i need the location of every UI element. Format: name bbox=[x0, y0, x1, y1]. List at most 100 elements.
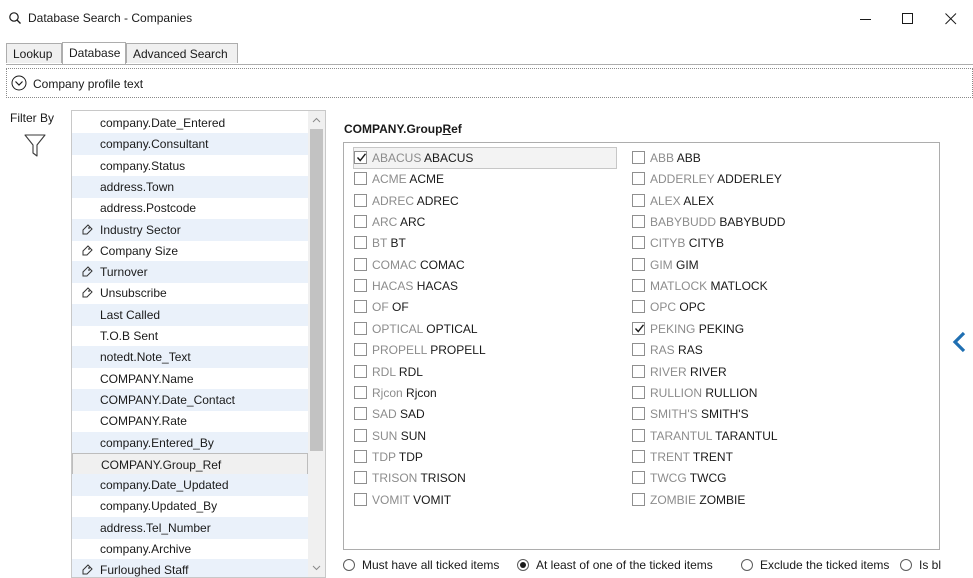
scroll-thumb[interactable] bbox=[310, 129, 323, 451]
group-option[interactable]: SAD SAD bbox=[354, 404, 616, 424]
group-option-checkbox[interactable] bbox=[632, 492, 645, 506]
group-option-checkbox[interactable] bbox=[632, 364, 645, 378]
field-list-item[interactable]: company.Status bbox=[72, 155, 308, 177]
group-option[interactable]: ZOMBIE ZOMBIE bbox=[632, 490, 892, 510]
chevron-down-icon[interactable] bbox=[11, 75, 27, 91]
filter-icon[interactable] bbox=[24, 134, 46, 158]
group-option[interactable]: RDL RDL bbox=[354, 362, 616, 382]
scroll-down-icon[interactable] bbox=[311, 562, 322, 573]
group-option-checkbox[interactable] bbox=[354, 215, 367, 229]
collapse-panel-icon[interactable] bbox=[951, 331, 969, 353]
group-option[interactable]: OPC OPC bbox=[632, 297, 892, 317]
group-option[interactable]: ABB ABB bbox=[632, 148, 892, 168]
field-list-item[interactable]: address.Postcode bbox=[72, 197, 308, 219]
group-option-checkbox[interactable] bbox=[354, 428, 367, 442]
group-option-checkbox[interactable] bbox=[354, 364, 367, 378]
tab-advanced-search[interactable]: Advanced Search bbox=[126, 43, 238, 63]
group-option-checkbox[interactable] bbox=[632, 449, 645, 463]
group-option-checkbox[interactable] bbox=[632, 236, 645, 250]
group-option[interactable]: OF OF bbox=[354, 297, 616, 317]
field-list-item[interactable]: company.Archive bbox=[72, 538, 308, 560]
group-option-checkbox[interactable] bbox=[632, 300, 645, 314]
group-option[interactable]: RULLION RULLION bbox=[632, 383, 892, 403]
field-list-item[interactable]: company.Date_Entered bbox=[72, 112, 308, 134]
field-list-item[interactable]: company.Entered_By bbox=[72, 431, 308, 454]
group-option-checkbox[interactable] bbox=[354, 471, 367, 485]
group-option-checkbox[interactable] bbox=[354, 151, 367, 164]
group-option-checkbox[interactable] bbox=[632, 193, 645, 207]
group-option[interactable]: COMAC COMAC bbox=[354, 255, 616, 275]
group-option-checkbox[interactable] bbox=[632, 385, 645, 399]
group-option-checkbox[interactable] bbox=[354, 343, 367, 357]
field-list-item[interactable]: Unsubscribe bbox=[72, 282, 308, 304]
field-list-item[interactable]: Furloughed Staff bbox=[72, 559, 308, 577]
field-list-item[interactable]: Turnover bbox=[72, 261, 308, 284]
company-profile-expander[interactable]: Company profile text bbox=[6, 68, 973, 98]
field-list-item[interactable]: notedt.Note_Text bbox=[72, 346, 308, 369]
field-list-item[interactable]: COMPANY.Date_Contact bbox=[72, 388, 308, 411]
group-option[interactable]: TRENT TRENT bbox=[632, 447, 892, 467]
tab-lookup[interactable]: Lookup bbox=[6, 43, 62, 63]
group-option-checkbox[interactable] bbox=[354, 300, 367, 314]
group-option-checkbox[interactable] bbox=[632, 257, 645, 271]
group-option-checkbox[interactable] bbox=[632, 321, 645, 335]
field-list-item[interactable]: COMPANY.Group_Ref bbox=[72, 452, 308, 475]
group-option-checkbox[interactable] bbox=[354, 321, 367, 335]
group-option-checkbox[interactable] bbox=[354, 492, 367, 506]
field-list-item[interactable]: COMPANY.Name bbox=[72, 368, 308, 390]
group-option[interactable]: TRISON TRISON bbox=[354, 468, 616, 488]
group-option-checkbox[interactable] bbox=[632, 151, 645, 164]
maximize-button[interactable] bbox=[888, 4, 928, 34]
field-list-item[interactable]: company.Date_Updated bbox=[72, 474, 308, 497]
group-option-checkbox[interactable] bbox=[354, 257, 367, 271]
group-option[interactable]: RIVER RIVER bbox=[632, 362, 892, 382]
group-option[interactable]: VOMIT VOMIT bbox=[354, 490, 616, 510]
group-option[interactable]: ALEX ALEX bbox=[632, 191, 892, 211]
field-list-item[interactable]: address.Tel_Number bbox=[72, 516, 308, 539]
field-list-scrollbar[interactable] bbox=[308, 111, 325, 577]
match-mode-option[interactable]: Is bl bbox=[900, 557, 950, 575]
group-option[interactable]: Rjcon Rjcon bbox=[354, 383, 616, 403]
group-option[interactable]: GIM GIM bbox=[632, 255, 892, 275]
group-option[interactable]: RAS RAS bbox=[632, 340, 892, 360]
group-option[interactable]: PROPELL PROPELL bbox=[354, 340, 616, 360]
group-option-checkbox[interactable] bbox=[632, 279, 645, 293]
field-list[interactable]: company.Date_Entered company.Consultant co… bbox=[71, 110, 326, 578]
group-option-checkbox[interactable] bbox=[354, 193, 367, 207]
group-option[interactable]: BT BT bbox=[354, 233, 616, 253]
group-option[interactable]: PEKING PEKING bbox=[632, 319, 892, 339]
group-option[interactable]: ACME ACME bbox=[354, 169, 616, 189]
field-list-item[interactable]: T.O.B Sent bbox=[72, 325, 308, 347]
field-list-item[interactable]: company.Updated_By bbox=[72, 495, 308, 517]
field-list-item[interactable]: Company Size bbox=[72, 240, 308, 262]
group-option[interactable]: HACAS HACAS bbox=[354, 276, 616, 296]
group-option[interactable]: ADDERLEY ADDERLEY bbox=[632, 169, 892, 189]
group-option[interactable]: TWCG TWCG bbox=[632, 468, 892, 488]
group-option[interactable]: ADREC ADREC bbox=[354, 191, 616, 211]
group-option-checkbox[interactable] bbox=[354, 407, 367, 421]
tab-database[interactable]: Database bbox=[62, 42, 126, 64]
group-option-checkbox[interactable] bbox=[354, 172, 367, 186]
match-mode-option[interactable]: Exclude the ticked items bbox=[741, 557, 889, 575]
group-option-checkbox[interactable] bbox=[632, 172, 645, 186]
group-option[interactable]: ARC ARC bbox=[354, 212, 616, 232]
group-option[interactable]: SUN SUN bbox=[354, 426, 616, 446]
group-option-checkbox[interactable] bbox=[354, 279, 367, 293]
group-option-checkbox[interactable] bbox=[632, 215, 645, 229]
close-button[interactable] bbox=[931, 4, 971, 34]
match-mode-option[interactable]: Must have all ticked items bbox=[343, 557, 503, 575]
group-option-checkbox[interactable] bbox=[632, 407, 645, 421]
radio-button[interactable] bbox=[741, 559, 753, 571]
group-option-checkbox[interactable] bbox=[632, 471, 645, 485]
radio-button[interactable] bbox=[343, 559, 355, 571]
group-option[interactable]: TARANTUL TARANTUL bbox=[632, 426, 892, 446]
group-option[interactable]: OPTICAL OPTICAL bbox=[354, 319, 616, 339]
group-option[interactable]: CITYB CITYB bbox=[632, 233, 892, 253]
group-option[interactable]: ABACUS ABACUS bbox=[353, 147, 617, 169]
radio-button[interactable] bbox=[517, 559, 529, 571]
field-list-item[interactable]: COMPANY.Rate bbox=[72, 410, 308, 432]
minimize-button[interactable] bbox=[846, 4, 886, 34]
group-option[interactable]: TDP TDP bbox=[354, 447, 616, 467]
scroll-up-icon[interactable] bbox=[311, 115, 322, 126]
group-option-checkbox[interactable] bbox=[632, 428, 645, 442]
